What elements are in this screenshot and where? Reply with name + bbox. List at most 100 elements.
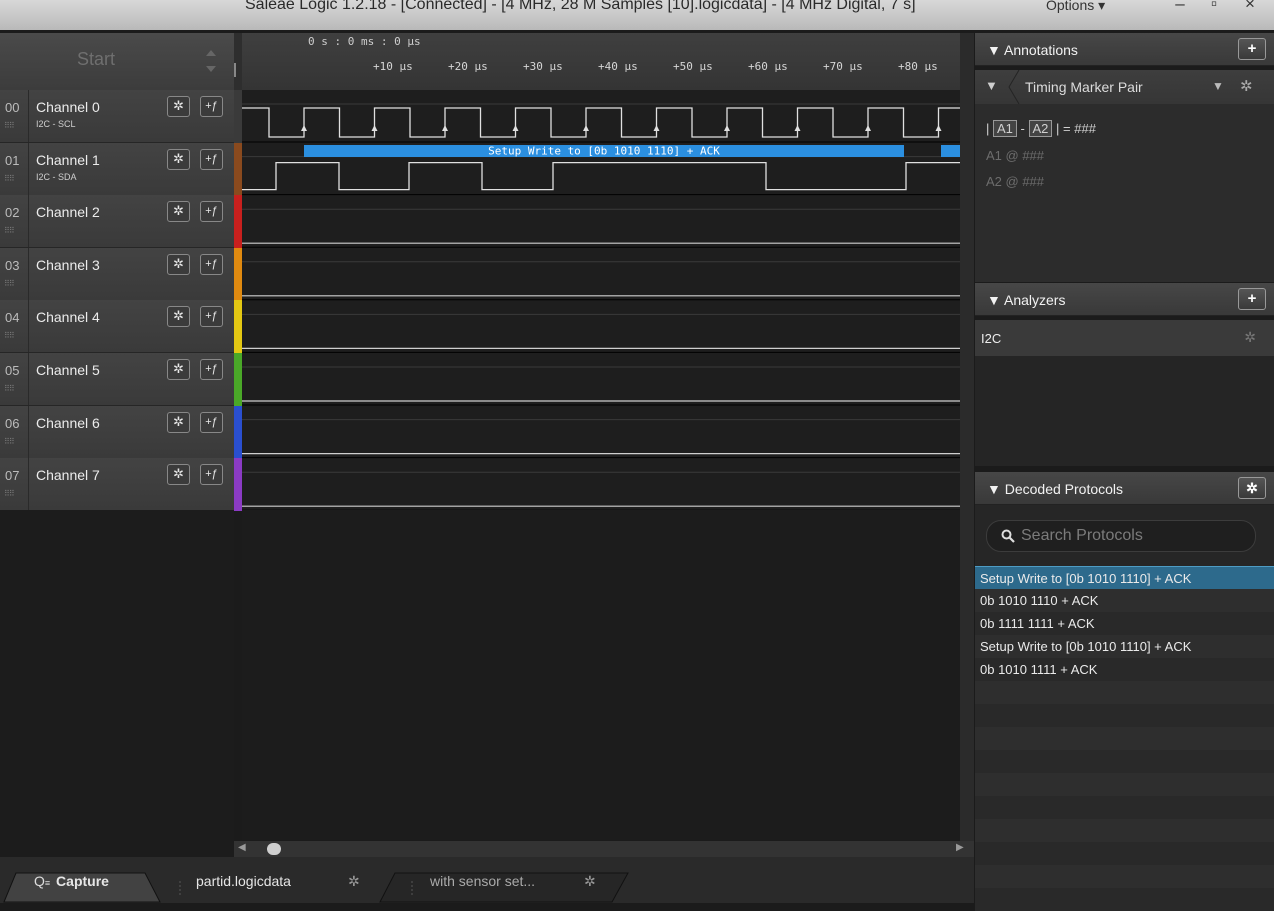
channel-number: 06 [5, 415, 20, 431]
channel-color-bar [234, 142, 242, 196]
gear-icon[interactable]: ✲ [1240, 77, 1253, 95]
time-ruler[interactable]: 0 s : 0 ms : 0 µs +10 µs +20 µs +30 µs +40 … [234, 33, 964, 90]
time-tick-label: +40 µs [598, 60, 638, 73]
add-annotation-button[interactable]: + [1238, 38, 1266, 60]
marker-a2-button[interactable]: A2 [1028, 120, 1053, 137]
start-button[interactable]: Start [0, 33, 234, 91]
trigger-icon[interactable]: +ƒ [200, 96, 223, 117]
gear-icon[interactable]: ✲ [167, 201, 190, 223]
channel-row[interactable]: 02 ⠿⠿ Channel 2 ✲ +ƒ [0, 195, 242, 249]
decoded-protocols-header[interactable]: ▼ Decoded Protocols ✲ [975, 472, 1274, 505]
time-tick-label: +30 µs [523, 60, 563, 73]
restore-button[interactable]: ▫ [1200, 0, 1228, 14]
options-menu[interactable]: Options ▾ [1046, 0, 1105, 14]
decoded-protocol-row[interactable]: 0b 1010 1110 + ACK [975, 589, 1274, 612]
channel-row-divider [28, 405, 29, 458]
gear-icon[interactable]: ✲ [167, 148, 190, 170]
decoded-protocol-row[interactable]: 0b 1010 1111 + ACK [975, 658, 1274, 681]
analyzers-header[interactable]: ▼ Analyzers + [975, 283, 1274, 316]
gear-icon[interactable]: ✲ [1244, 329, 1256, 346]
channel-row[interactable]: 04 ⠿⠿ Channel 4 ✲ +ƒ [0, 300, 242, 354]
horizontal-scrollbar[interactable]: ◀ ▶ [234, 841, 974, 857]
channel-row[interactable]: 01 ⠿⠿ Channel 1 I2C - SDA ✲ +ƒ [0, 142, 242, 196]
tab-file-sensor[interactable]: with sensor set... [430, 873, 535, 901]
decoded-protocol-row[interactable]: Setup Write to [0b 1010 1110] + ACK [975, 635, 1274, 658]
annotations-header[interactable]: ▼ Annotations + [975, 33, 1274, 66]
decoded-bubble-next[interactable] [941, 145, 960, 157]
channel-color-bar [234, 247, 242, 301]
drag-handle-icon[interactable]: ⠿⠿ [4, 384, 15, 393]
channel-name[interactable]: Channel 2 [36, 204, 100, 220]
trigger-icon[interactable]: +ƒ [200, 148, 223, 170]
search-protocols-input[interactable]: Search Protocols [986, 520, 1256, 552]
decoded-protocol-row[interactable]: Setup Write to [0b 1010 1110] + ACK [975, 566, 1274, 590]
drag-handle-icon[interactable]: ⠿⠿ [4, 121, 15, 130]
marker-a1-button[interactable]: A1 [993, 120, 1017, 137]
header-divider [234, 33, 242, 90]
tab-file-partid[interactable]: partid.logicdata [196, 873, 291, 901]
scroll-right-icon[interactable]: ▶ [956, 842, 964, 853]
trigger-icon[interactable]: +ƒ [200, 359, 223, 380]
drag-handle-icon[interactable]: ⠿⠿ [4, 489, 15, 498]
gear-icon[interactable]: ✲ [167, 306, 190, 328]
start-label: Start [77, 49, 116, 69]
start-arrows-icon[interactable] [204, 47, 218, 75]
channel-name[interactable]: Channel 3 [36, 257, 100, 273]
channel-row-divider [28, 247, 29, 300]
trigger-icon[interactable]: +ƒ [200, 306, 223, 328]
channel-name[interactable]: Channel 4 [36, 309, 100, 325]
gear-icon[interactable]: ✲ [167, 253, 190, 275]
drag-handle-icon[interactable]: ⠿⠿ [4, 174, 15, 183]
channel-row[interactable]: 07 ⠿⠿ Channel 7 ✲ +ƒ [0, 458, 242, 512]
channel-number: 05 [5, 363, 20, 378]
trigger-icon[interactable]: +ƒ [200, 411, 223, 433]
gear-icon[interactable]: ✲ [167, 359, 190, 380]
ruler-handle-left[interactable] [234, 63, 236, 77]
analyzer-item-i2c[interactable]: I2C ✲ [975, 320, 1274, 356]
add-analyzer-button[interactable]: + [1238, 288, 1266, 310]
close-button[interactable]: × [1236, 0, 1264, 14]
channel-row[interactable]: 03 ⠿⠿ Channel 3 ✲ +ƒ [0, 247, 242, 301]
decoded-protocol-text: 0b 1010 1110 + ACK [980, 593, 1099, 608]
window-title: Saleae Logic 1.2.18 - [Connected] - [4 M… [245, 0, 916, 13]
scroll-left-icon[interactable]: ◀ [238, 842, 246, 853]
scroll-thumb[interactable] [267, 843, 281, 855]
gear-icon[interactable]: ✲ [1238, 477, 1266, 499]
drag-handle-icon[interactable]: ⠿⠿ [4, 331, 15, 340]
channel-row[interactable]: 06 ⠿⠿ Channel 6 ✲ +ƒ [0, 405, 242, 459]
channel-color-bar [234, 405, 242, 459]
decoded-protocol-row[interactable]: 0b 1111 1111 + ACK [975, 612, 1274, 635]
gear-icon[interactable]: ✲ [167, 411, 190, 433]
channel-name[interactable]: Channel 7 [36, 467, 100, 483]
empty-row [975, 750, 1274, 773]
channel-row[interactable]: 00 ⠿⠿ Channel 0 I2C - SCL ✲ +ƒ [0, 90, 242, 143]
drag-handle-icon[interactable]: ⠿⠿ [4, 279, 15, 288]
channel-name[interactable]: Channel 5 [36, 362, 100, 378]
channel-row-divider [28, 300, 29, 353]
trigger-icon[interactable]: +ƒ [200, 464, 223, 486]
trigger-icon[interactable]: +ƒ [200, 201, 223, 223]
drag-handle-icon[interactable]: ⠿⠿ [4, 226, 15, 235]
tab-file-sensor-label: with sensor set... [430, 873, 536, 889]
channel-number: 00 [5, 100, 20, 115]
empty-row [975, 819, 1274, 842]
channel-name[interactable]: Channel 1 [36, 152, 100, 168]
triangle-down-icon: ▼ [987, 42, 1001, 58]
channel-name[interactable]: Channel 0 [36, 99, 100, 115]
minimize-button[interactable]: – [1166, 0, 1194, 14]
gear-icon[interactable]: ✲ [348, 873, 360, 901]
channel-name[interactable]: Channel 6 [36, 415, 100, 431]
empty-row [975, 842, 1274, 865]
gear-icon[interactable]: ✲ [584, 873, 596, 901]
search-icon [1001, 529, 1015, 543]
drag-handle-icon[interactable]: ⠿⠿ [4, 437, 15, 446]
trigger-icon[interactable]: +ƒ [200, 253, 223, 275]
gear-icon[interactable]: ✲ [167, 464, 190, 486]
gear-icon[interactable]: ✲ [167, 96, 190, 117]
channel-row[interactable]: 05 ⠿⠿ Channel 5 ✲ +ƒ [0, 353, 242, 406]
timing-marker-pair[interactable]: ▼ Timing Marker Pair ▼ ✲ [975, 70, 1274, 104]
dropdown-icon[interactable]: ▼ [1212, 79, 1224, 93]
waveform-area[interactable]: Setup Write to [0b 1010 1110] + ACK [242, 90, 960, 510]
vertical-scrollbar[interactable] [960, 33, 974, 841]
tab-capture[interactable]: Q≡ Capture [34, 873, 109, 901]
